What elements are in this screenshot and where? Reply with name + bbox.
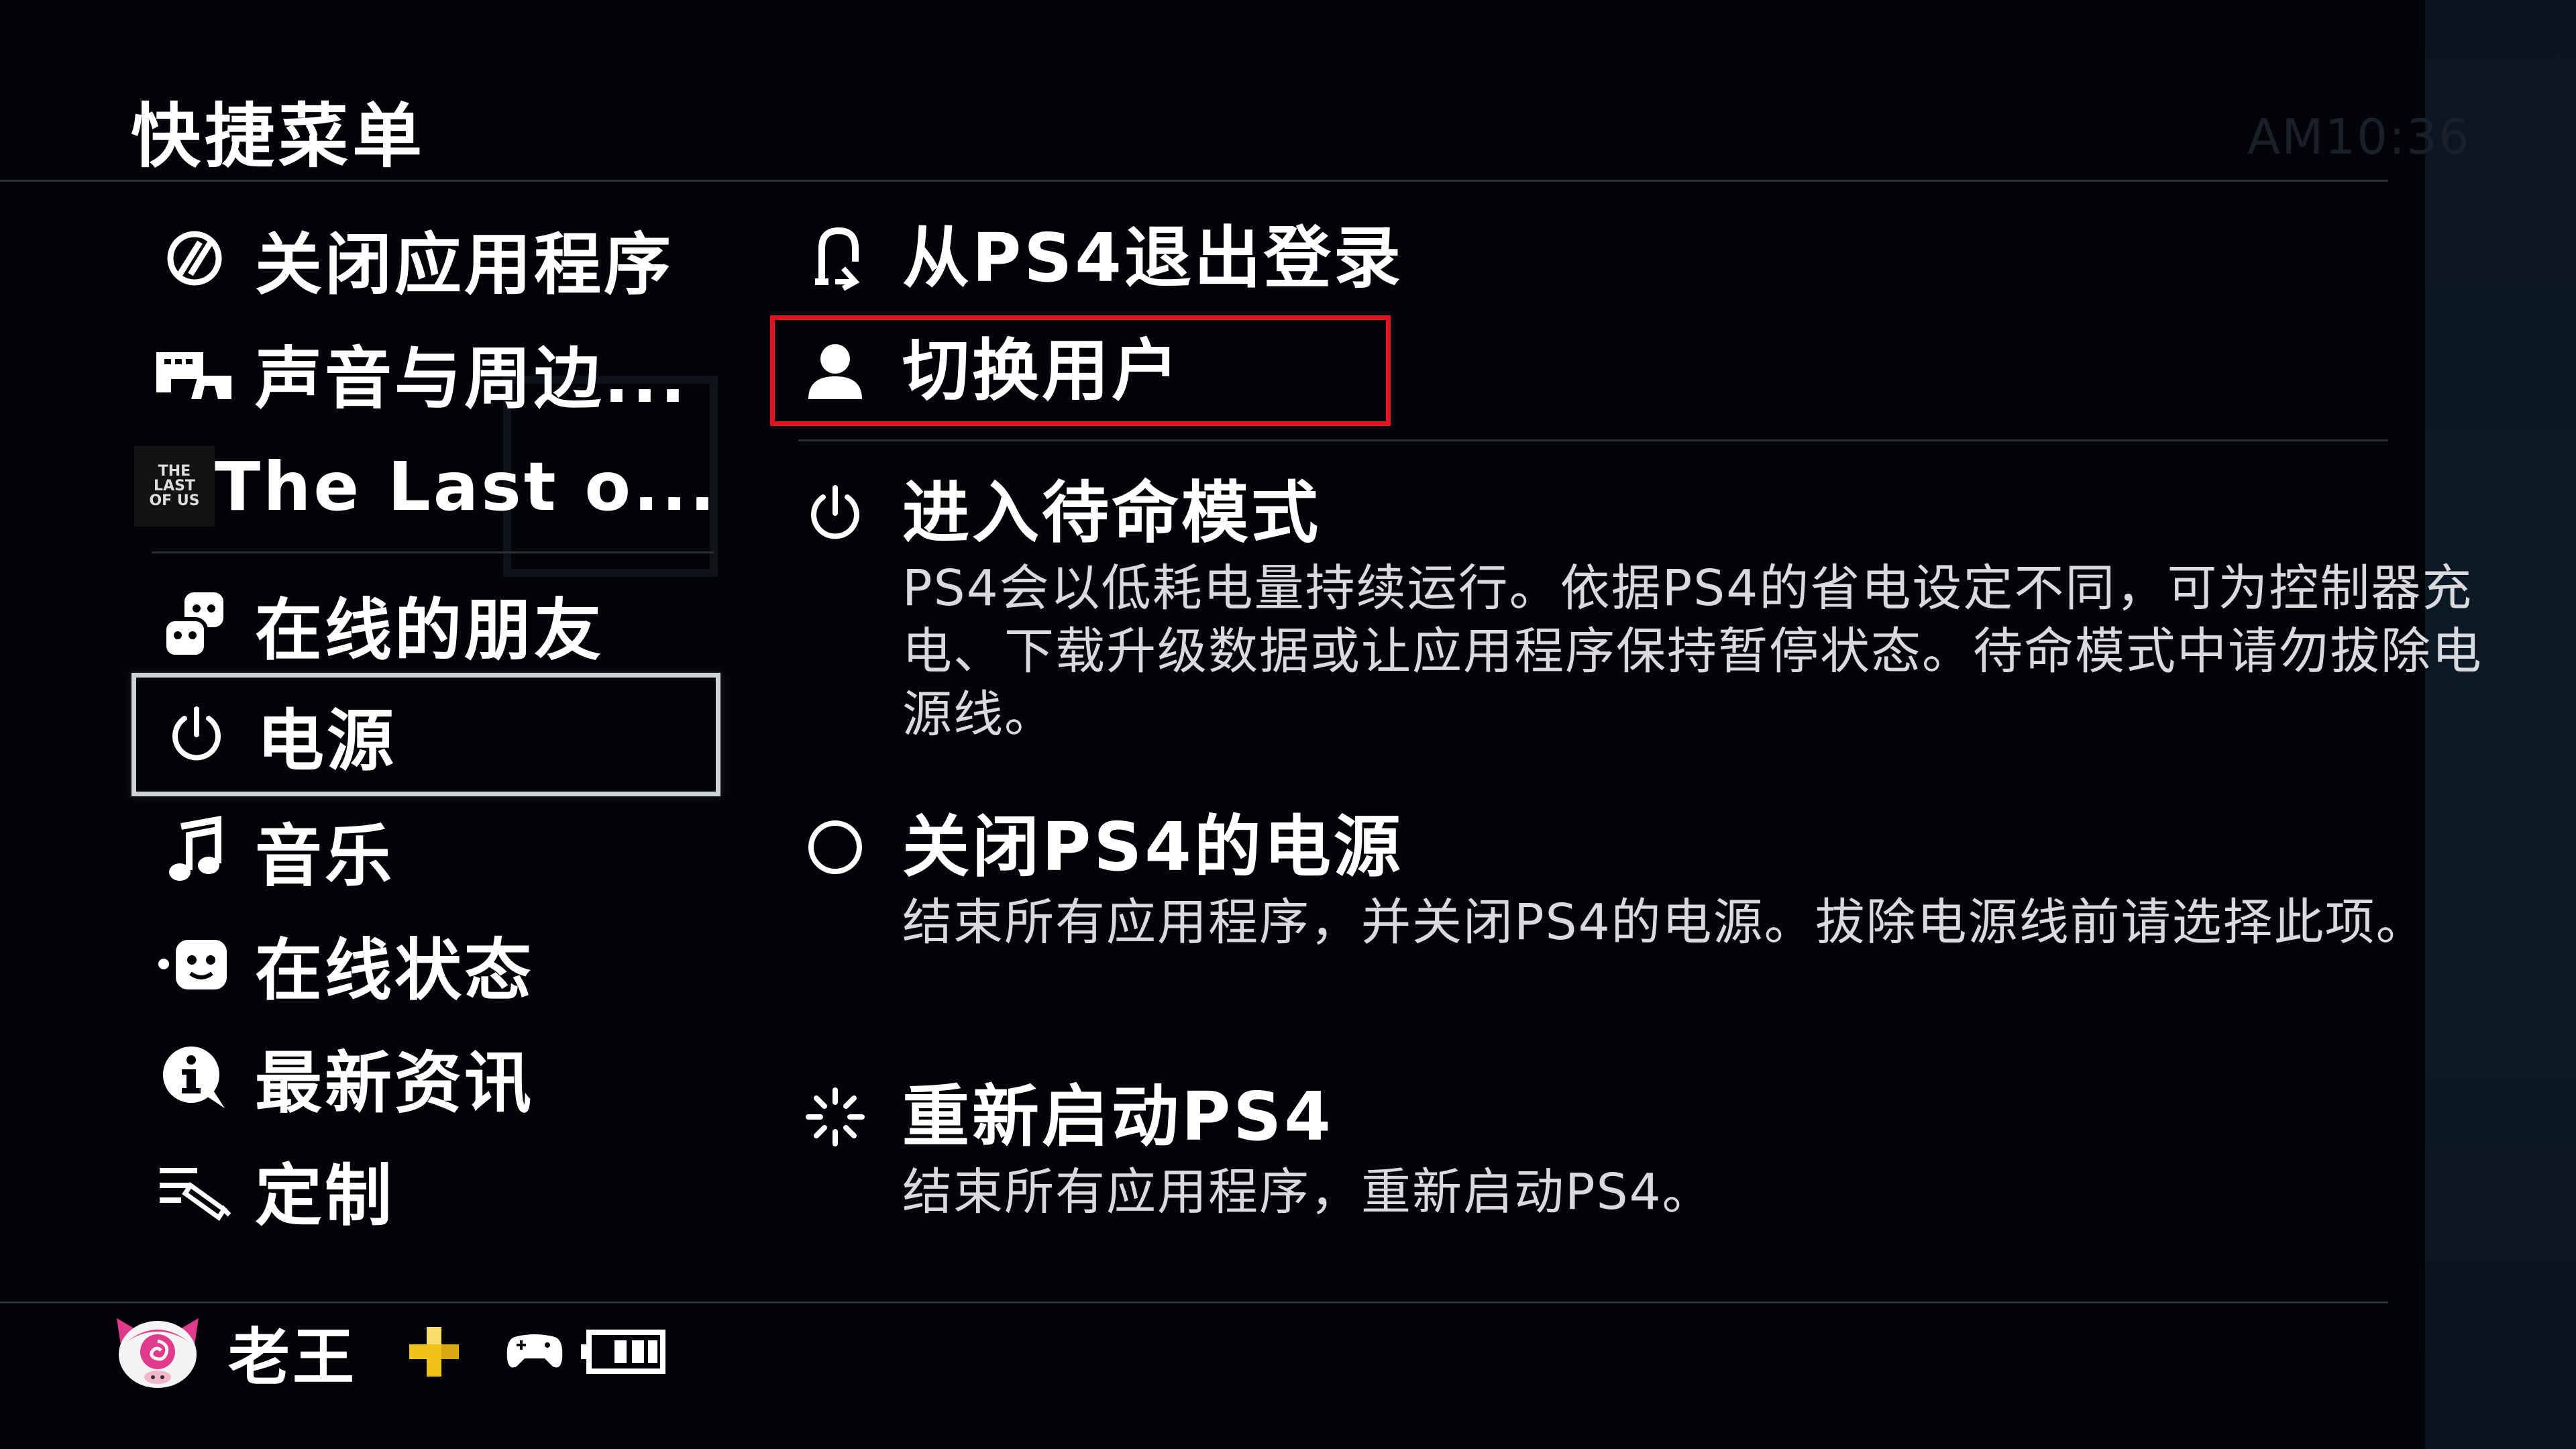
clock: AM10:36 — [2247, 109, 2471, 165]
divider — [152, 551, 714, 553]
game-thumbnail: THE LAST OF US — [134, 429, 215, 543]
divider — [798, 439, 2388, 441]
restart-description: 结束所有应用程序，重新启动PS4。 — [902, 1163, 1713, 1221]
menu-item-music[interactable]: 音乐 — [134, 793, 718, 907]
menu-item-customize[interactable]: 定制 — [134, 1132, 718, 1246]
menu-item-status[interactable]: 在线状态 — [134, 907, 718, 1021]
menu-label: 最新资讯 — [255, 1043, 534, 1122]
menu-label: 在线的朋友 — [255, 590, 604, 669]
logout-label: 从PS4退出登录 — [902, 219, 1403, 297]
sound-devices-icon — [134, 315, 255, 429]
thumb-text: THE — [158, 463, 191, 480]
menu-label: 关闭应用程序 — [255, 225, 674, 304]
menu-label: 声音与周边... — [255, 339, 688, 418]
thumb-text: LAST — [154, 478, 195, 494]
ps-plus-icon — [404, 1322, 464, 1382]
turn-off-label: 关闭PS4的电源 — [902, 808, 1403, 886]
menu-label: The Last o... — [215, 447, 718, 526]
music-note-icon — [134, 793, 255, 907]
menu-label: 音乐 — [255, 816, 394, 896]
menu-label: 在线状态 — [255, 930, 534, 1010]
customize-icon — [134, 1132, 255, 1246]
online-status-icon — [134, 907, 255, 1021]
battery-icon — [578, 1328, 666, 1375]
rest-mode-description: PS4会以低耗电量持续运行。依据PS4的省电设定不同，可为控制器充电、下载升级数… — [902, 559, 2483, 743]
close-app-icon — [134, 201, 255, 315]
user-icon — [798, 331, 872, 411]
page-title: 快捷菜单 — [131, 95, 427, 177]
menu-label: 电源 — [257, 701, 396, 780]
username: 老王 — [228, 1321, 358, 1393]
circle-icon — [798, 807, 872, 888]
rest-mode-icon — [798, 473, 872, 553]
info-icon — [134, 1020, 255, 1134]
power-icon — [136, 678, 257, 792]
thumb-text: OF US — [149, 492, 200, 509]
menu-item-game[interactable]: THE LAST OF US The Last o... — [134, 429, 718, 543]
logout-icon — [798, 218, 872, 299]
menu-item-news[interactable]: 最新资讯 — [134, 1020, 718, 1134]
rest-mode-label: 进入待命模式 — [902, 474, 1321, 552]
menu-item-close-app[interactable]: 关闭应用程序 — [134, 201, 718, 315]
turn-off-description: 结束所有应用程序，并关闭PS4的电源。拔除电源线前请选择此项。 — [902, 894, 2427, 951]
menu-item-sound[interactable]: 声音与周边... — [134, 315, 718, 429]
switch-user-label: 切换用户 — [902, 331, 1181, 410]
menu-label: 定制 — [255, 1156, 394, 1235]
background-text — [859, 738, 912, 800]
menu-item-power[interactable]: 电源 — [131, 673, 720, 796]
controller-icon — [504, 1332, 565, 1372]
clock-text: AM10:36 — [2247, 109, 2471, 165]
divider — [0, 1301, 2388, 1303]
restart-icon — [798, 1077, 872, 1157]
divider — [0, 180, 2388, 182]
restart-label: 重新启动PS4 — [902, 1077, 1334, 1156]
friends-icon — [134, 567, 255, 681]
menu-item-friends[interactable]: 在线的朋友 — [134, 567, 718, 681]
avatar-icon[interactable] — [107, 1308, 208, 1395]
user-bar: 老王 — [107, 1308, 666, 1395]
